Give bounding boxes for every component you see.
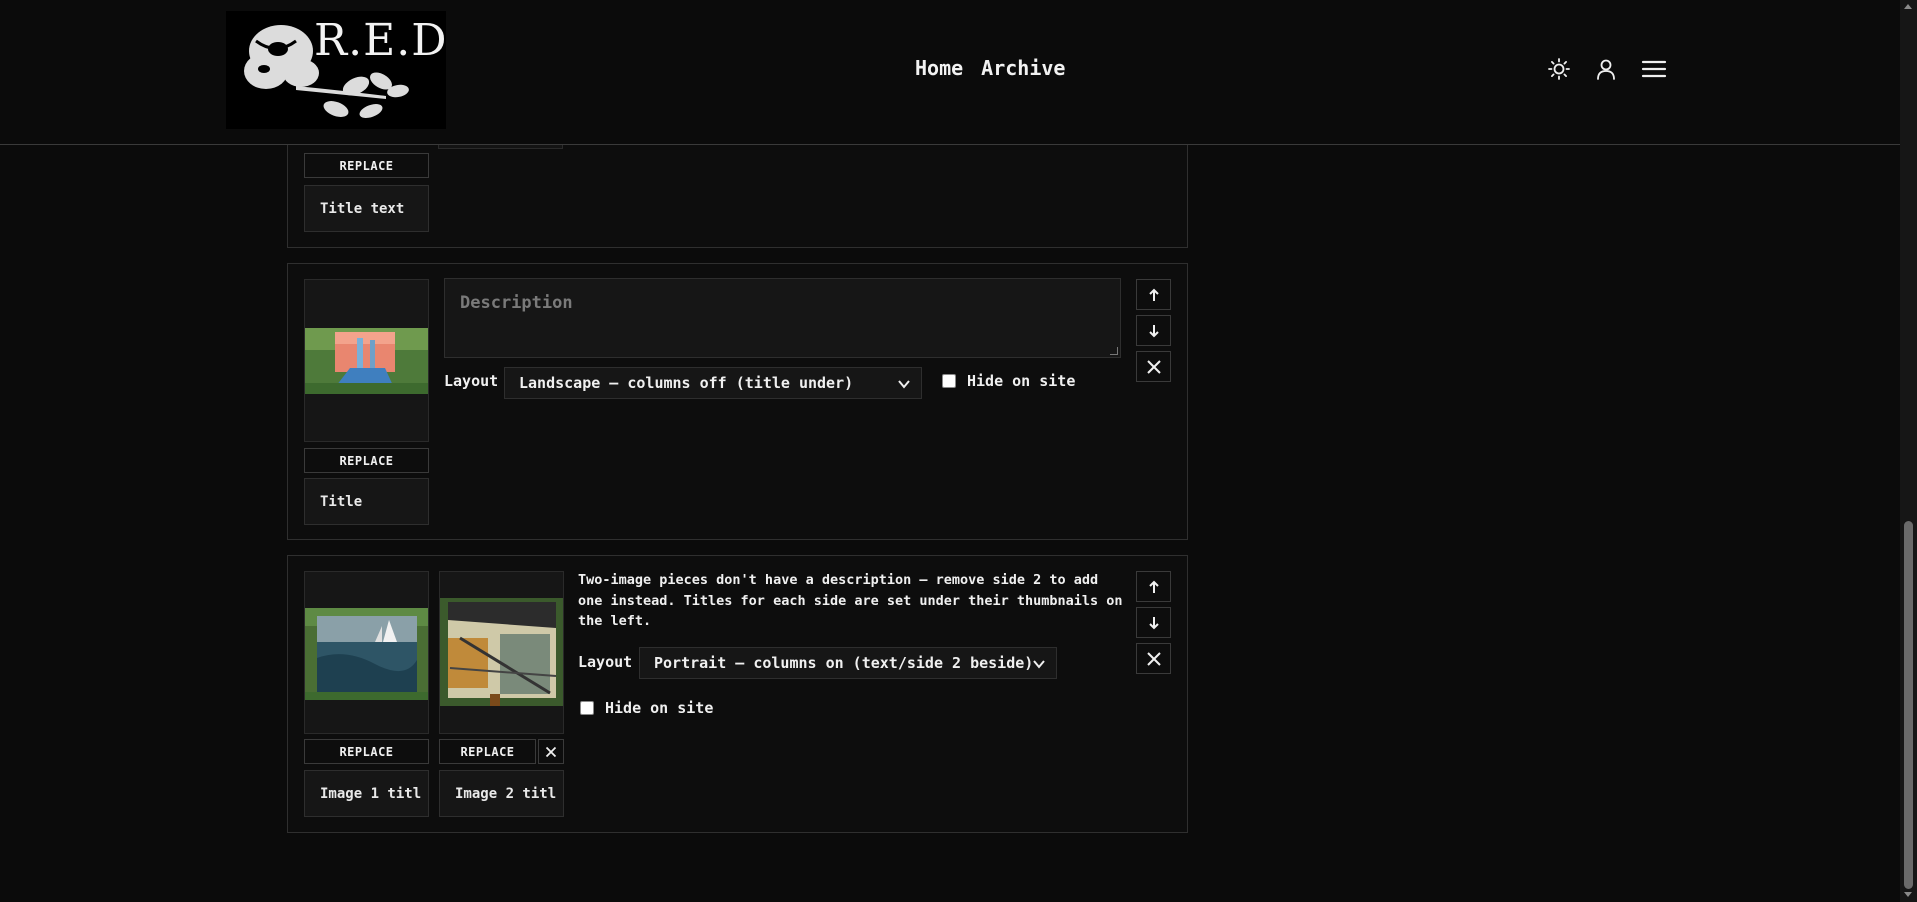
arrow-down-icon — [1148, 324, 1159, 337]
replace-button[interactable]: REPLACE — [304, 448, 429, 473]
piece-card: REPLACE REPLACE Image 1 titl Image 2 tit… — [287, 555, 1188, 833]
replace-button[interactable]: REPLACE — [304, 153, 429, 178]
scrollbar-thumb[interactable] — [1904, 521, 1913, 889]
remove-side-2-button[interactable] — [538, 739, 564, 764]
hide-on-site-checkbox[interactable] — [580, 701, 594, 715]
move-up-button[interactable] — [1136, 571, 1171, 602]
replace-side-1-button[interactable]: REPLACE — [304, 739, 429, 764]
scroll-up-arrow-icon[interactable] — [1904, 4, 1912, 9]
chevron-down-icon — [898, 380, 910, 389]
nav-archive-link[interactable]: Archive — [981, 56, 1065, 80]
close-icon — [1146, 359, 1161, 374]
piece-card: REPLACE Title Description Layout Landsca… — [287, 263, 1188, 540]
hide-on-site-checkbox[interactable] — [942, 374, 956, 388]
title-side-2-field[interactable]: Image 2 titl — [439, 770, 564, 817]
description-placeholder: Description — [460, 293, 573, 313]
remove-button[interactable] — [1136, 643, 1171, 674]
logo-text: R.E.D — [314, 15, 446, 66]
layout-select[interactable]: Landscape — columns off (title under) — [504, 367, 922, 399]
arrow-up-icon — [1148, 288, 1159, 301]
thumbnail-side-1 — [304, 571, 429, 734]
two-image-note: Two-image pieces don't have a descriptio… — [578, 572, 1123, 629]
sun-icon[interactable] — [1545, 55, 1573, 83]
move-down-button[interactable] — [1136, 607, 1171, 638]
description-textarea[interactable]: Description — [444, 278, 1121, 358]
thumbnail — [304, 279, 429, 442]
painting-image — [305, 328, 428, 394]
scroll-down-arrow-icon[interactable] — [1904, 892, 1912, 897]
close-icon — [545, 746, 557, 757]
layout-select[interactable]: Portrait — columns on (text/side 2 besid… — [639, 647, 1057, 679]
title-field[interactable]: Title — [304, 478, 429, 525]
user-icon[interactable] — [1592, 55, 1620, 83]
page-scrollbar[interactable] — [1900, 0, 1917, 902]
layout-select-value: Portrait — columns on (text/side 2 besid… — [654, 654, 1034, 672]
arrow-up-icon — [1148, 580, 1159, 593]
title-field[interactable]: Title text — [304, 185, 429, 232]
replace-side-2-button[interactable]: REPLACE — [439, 739, 536, 764]
thumbnail-side-2 — [439, 571, 564, 734]
painting-image — [305, 608, 428, 700]
site-header: R.E.D Home Archive — [0, 0, 1900, 145]
layout-label: Layout — [444, 372, 499, 390]
remove-button[interactable] — [1136, 351, 1171, 382]
close-icon — [1146, 651, 1161, 666]
layout-select-value: Landscape — columns off (title under) — [519, 374, 854, 392]
menu-icon[interactable] — [1640, 55, 1668, 83]
move-up-button[interactable] — [1136, 279, 1171, 310]
resize-grip-icon[interactable] — [1110, 347, 1118, 355]
painting-image — [440, 598, 563, 706]
hide-on-site-label: Hide on site — [605, 699, 714, 717]
chevron-down-icon — [1033, 660, 1045, 669]
arrow-down-icon — [1148, 616, 1159, 629]
nav-home-link[interactable]: Home — [915, 56, 963, 80]
layout-label: Layout — [578, 653, 633, 671]
main-nav: Home Archive — [915, 56, 1065, 80]
site-logo[interactable]: R.E.D — [226, 11, 446, 129]
move-down-button[interactable] — [1136, 315, 1171, 346]
title-side-1-field[interactable]: Image 1 titl — [304, 770, 429, 817]
hide-on-site-label: Hide on site — [967, 372, 1076, 390]
